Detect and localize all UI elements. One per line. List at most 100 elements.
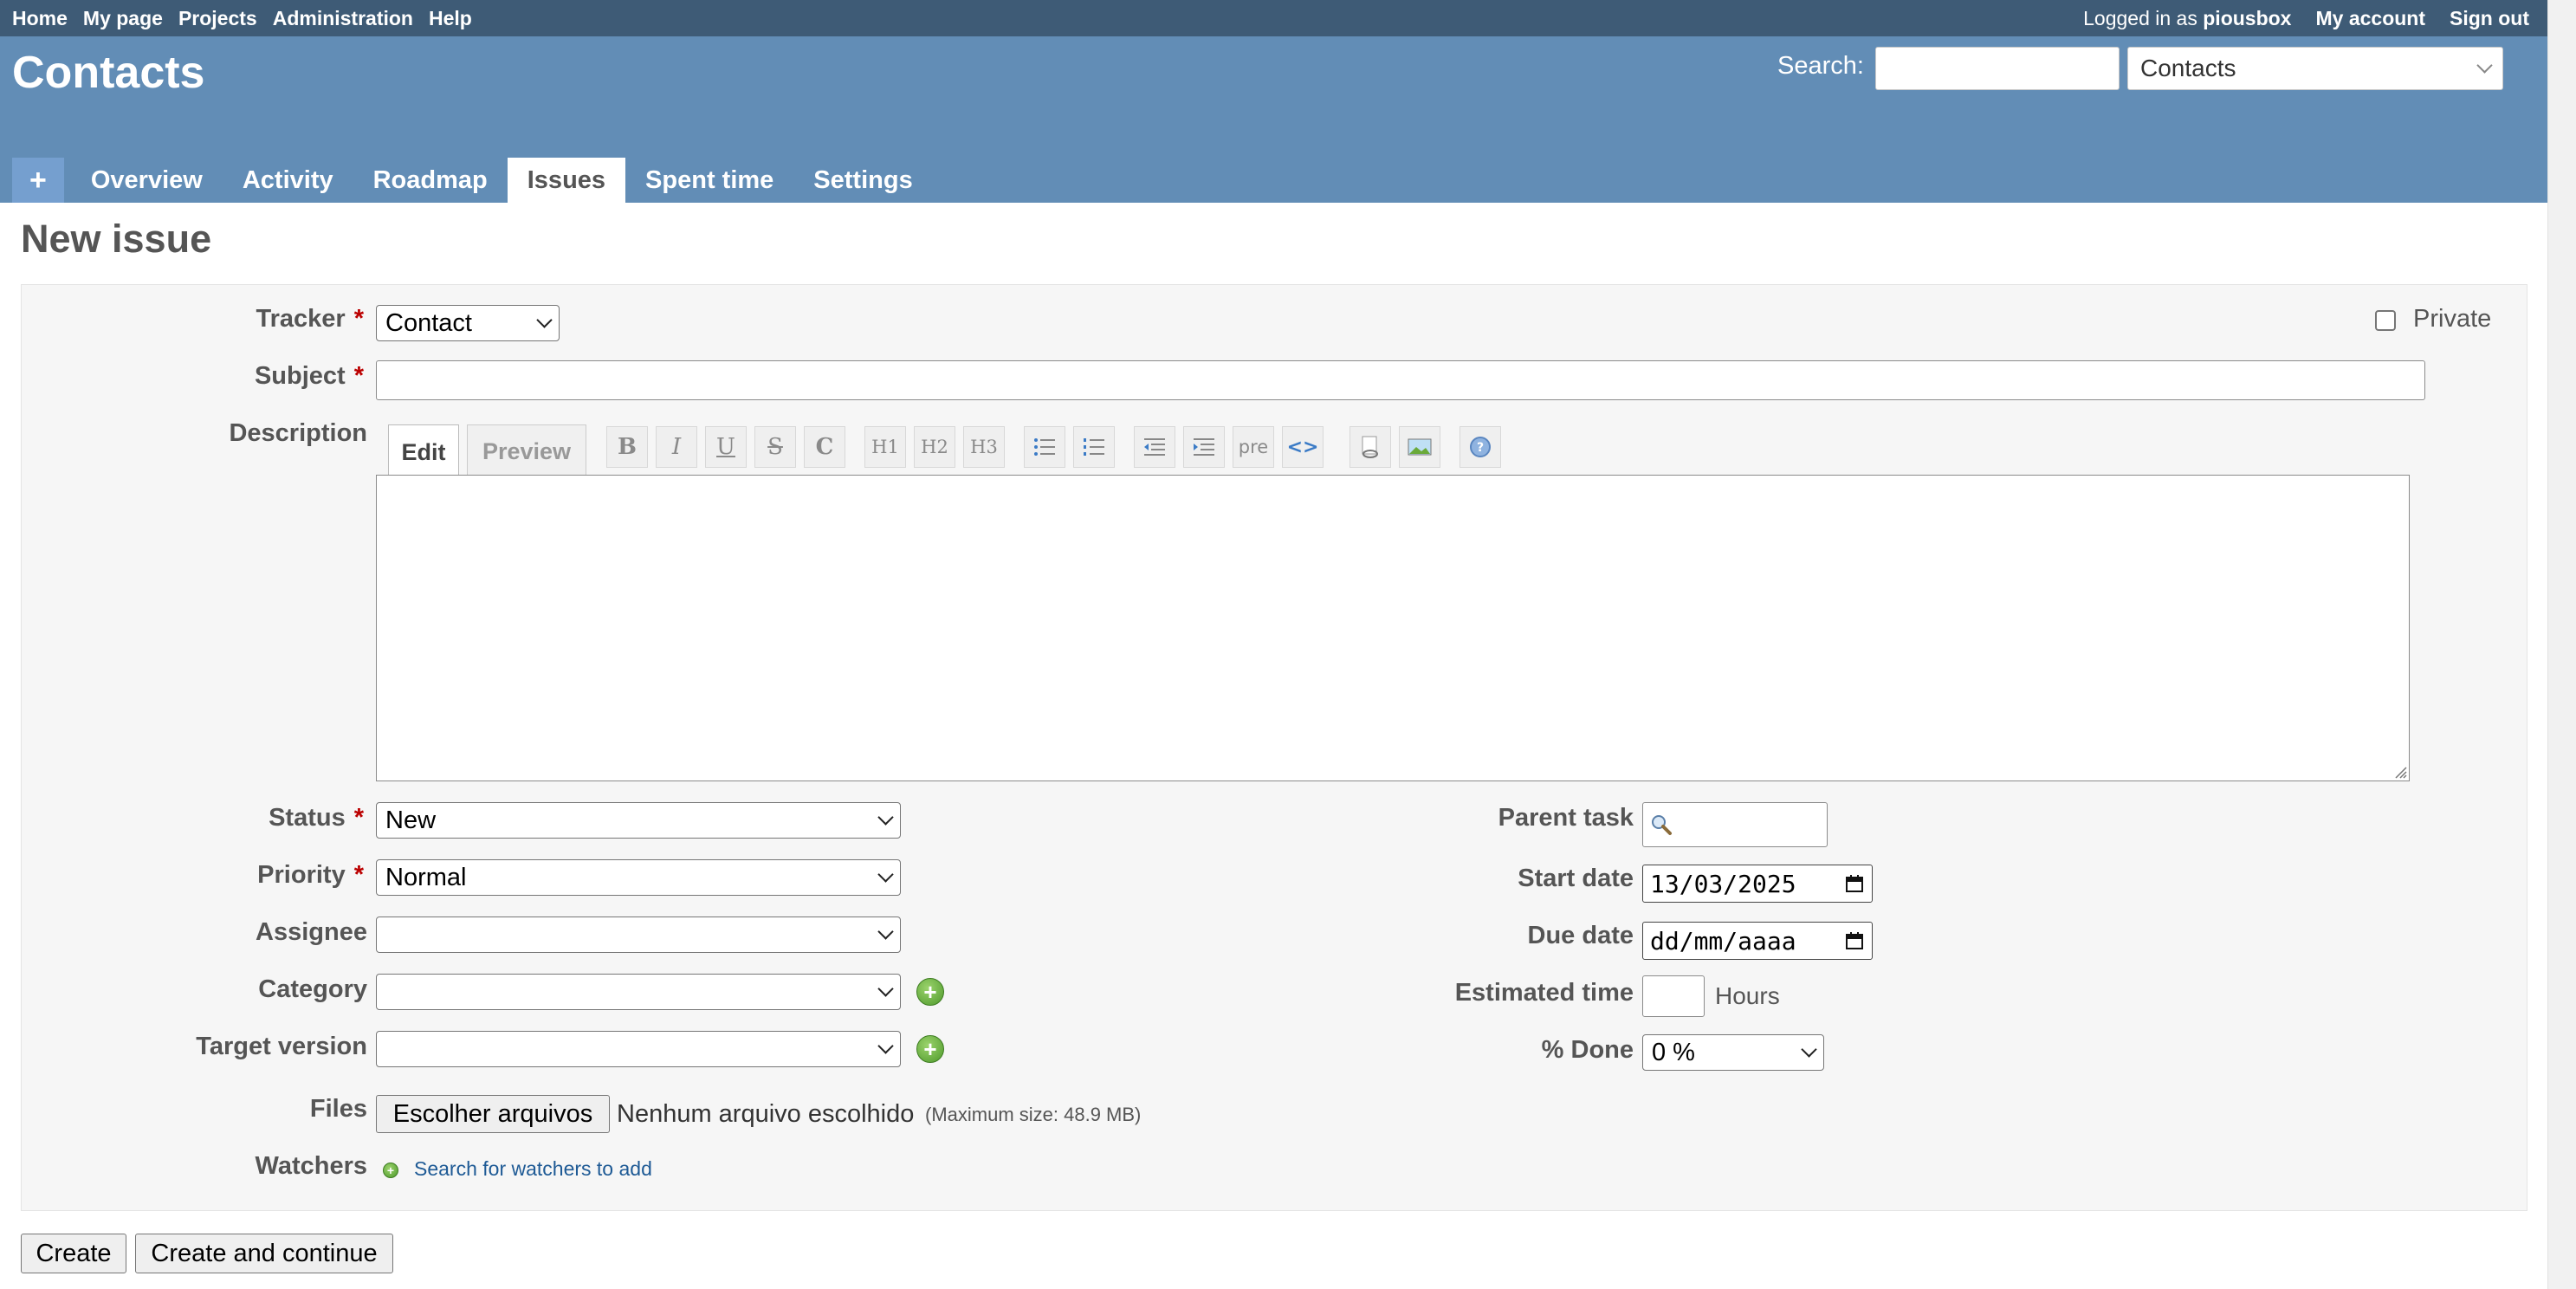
sign-out-link[interactable]: Sign out bbox=[2450, 7, 2529, 30]
priority-label: Priority * bbox=[156, 861, 364, 890]
description-textarea[interactable] bbox=[376, 475, 2410, 781]
top-menu-help-link[interactable]: Help bbox=[429, 7, 472, 30]
tracker-select[interactable]: Contact bbox=[376, 305, 560, 341]
chevron-down-icon bbox=[536, 311, 553, 328]
start-date-value: 13/03/2025 bbox=[1650, 869, 1796, 898]
hours-unit-label: Hours bbox=[1715, 982, 1780, 1009]
top-menu-my-page-link[interactable]: My page bbox=[83, 7, 163, 30]
tab-issues[interactable]: Issues bbox=[507, 158, 626, 203]
heading1-button[interactable]: H1 bbox=[864, 426, 906, 468]
percent-done-value: 0 % bbox=[1652, 1038, 1695, 1066]
outdent-button[interactable] bbox=[1134, 426, 1175, 468]
calendar-icon[interactable] bbox=[1844, 930, 1865, 951]
start-date-label: Start date bbox=[1518, 865, 1634, 892]
search-watchers-link[interactable]: Search for watchers to add bbox=[414, 1157, 652, 1181]
new-object-button[interactable]: + bbox=[12, 158, 64, 203]
tab-settings[interactable]: Settings bbox=[793, 158, 932, 203]
heading3-button[interactable]: H3 bbox=[963, 426, 1005, 468]
top-menu-projects-link[interactable]: Projects bbox=[178, 7, 257, 30]
target-version-select[interactable] bbox=[376, 1031, 901, 1067]
subject-label-text: Subject bbox=[254, 362, 346, 390]
due-date-value: dd/mm/aaaa bbox=[1650, 926, 1796, 955]
tab-roadmap[interactable]: Roadmap bbox=[353, 158, 508, 203]
indent-button[interactable] bbox=[1183, 426, 1225, 468]
top-menu-administration-link[interactable]: Administration bbox=[273, 7, 413, 30]
heading2-button[interactable]: H2 bbox=[914, 426, 955, 468]
required-marker: * bbox=[353, 861, 364, 889]
estimated-time-input[interactable] bbox=[1642, 975, 1705, 1017]
required-marker: * bbox=[353, 362, 364, 390]
logged-in-user-link[interactable]: piousbox bbox=[2203, 7, 2291, 29]
required-marker: * bbox=[353, 305, 364, 333]
tab-edit[interactable]: Edit bbox=[388, 424, 459, 480]
page-scrollbar[interactable] bbox=[2547, 0, 2576, 1289]
indent-icon bbox=[1194, 438, 1214, 456]
search-input[interactable] bbox=[1875, 47, 2120, 90]
chevron-down-icon bbox=[2476, 56, 2493, 74]
files-max-size: (Maximum size: 48.9 MB) bbox=[925, 1104, 1142, 1125]
wiki-link-button[interactable] bbox=[1349, 426, 1391, 468]
tracker-label: Tracker * bbox=[156, 305, 365, 334]
bold-button[interactable]: B bbox=[606, 426, 648, 468]
help-button[interactable]: ? bbox=[1460, 426, 1501, 468]
main-menu: + Overview Activity Roadmap Issues Spent… bbox=[12, 158, 933, 203]
percent-done-select[interactable]: 0 % bbox=[1642, 1034, 1824, 1071]
underline-button[interactable]: U bbox=[705, 426, 747, 468]
add-watcher-icon[interactable]: + bbox=[383, 1163, 398, 1178]
strikethrough-button[interactable]: S bbox=[754, 426, 796, 468]
description-label: Description bbox=[229, 419, 367, 447]
project-jump-value: Contacts bbox=[2140, 55, 2236, 81]
priority-value: Normal bbox=[385, 863, 467, 891]
tab-overview[interactable]: Overview bbox=[71, 158, 223, 203]
bullet-list-icon bbox=[1034, 438, 1055, 456]
status-value: New bbox=[385, 806, 437, 834]
due-date-input[interactable]: dd/mm/aaaa bbox=[1642, 922, 1873, 960]
private-label: Private bbox=[2413, 305, 2492, 333]
assignee-label: Assignee bbox=[256, 918, 367, 946]
resize-handle-icon[interactable] bbox=[2393, 765, 2407, 779]
top-menu-home-link[interactable]: Home bbox=[12, 7, 68, 30]
search-label: Search: bbox=[1777, 52, 1864, 80]
files-status: Nenhum arquivo escolhido bbox=[617, 1100, 915, 1128]
ordered-list-button[interactable] bbox=[1073, 426, 1115, 468]
add-version-icon[interactable]: + bbox=[916, 1035, 944, 1063]
preformatted-button[interactable]: pre bbox=[1233, 426, 1274, 468]
category-select[interactable] bbox=[376, 974, 901, 1010]
priority-select[interactable]: Normal bbox=[376, 859, 901, 896]
my-account-link[interactable]: My account bbox=[2315, 7, 2425, 30]
numbered-list-icon bbox=[1084, 438, 1104, 456]
status-select[interactable]: New bbox=[376, 802, 901, 839]
unordered-list-button[interactable] bbox=[1024, 426, 1065, 468]
create-button[interactable]: Create bbox=[21, 1234, 126, 1273]
image-button[interactable] bbox=[1399, 426, 1440, 468]
inline-code-button[interactable]: C bbox=[804, 426, 845, 468]
tab-activity[interactable]: Activity bbox=[223, 158, 353, 203]
help-icon: ? bbox=[1470, 437, 1491, 457]
priority-label-text: Priority bbox=[257, 861, 346, 889]
chevron-down-icon bbox=[877, 923, 894, 940]
create-and-continue-button[interactable]: Create and continue bbox=[135, 1234, 393, 1273]
start-date-input[interactable]: 13/03/2025 bbox=[1642, 865, 1873, 903]
svg-text:?: ? bbox=[1477, 441, 1484, 455]
status-label: Status * bbox=[156, 804, 364, 832]
italic-button[interactable]: I bbox=[656, 426, 697, 468]
percent-done-label: % Done bbox=[1541, 1036, 1634, 1064]
tab-preview[interactable]: Preview bbox=[467, 424, 586, 478]
chevron-down-icon bbox=[877, 980, 894, 997]
chevron-down-icon bbox=[877, 808, 894, 826]
parent-task-input[interactable] bbox=[1642, 802, 1828, 847]
logged-in-prefix: Logged in as bbox=[2083, 6, 2197, 29]
choose-files-button[interactable]: Escolher arquivos bbox=[376, 1095, 610, 1133]
tab-spent-time[interactable]: Spent time bbox=[625, 158, 793, 203]
assignee-select[interactable] bbox=[376, 917, 901, 953]
parent-task-label: Parent task bbox=[1498, 804, 1634, 832]
project-jump-select[interactable]: Contacts bbox=[2127, 47, 2503, 90]
calendar-icon[interactable] bbox=[1844, 873, 1865, 894]
outdent-icon bbox=[1144, 438, 1165, 456]
add-category-icon[interactable]: + bbox=[916, 978, 944, 1006]
due-date-label: Due date bbox=[1527, 922, 1634, 949]
chevron-down-icon bbox=[1801, 1040, 1817, 1058]
code-highlight-button[interactable]: <> bbox=[1282, 426, 1324, 468]
subject-input[interactable] bbox=[376, 360, 2425, 400]
private-checkbox[interactable] bbox=[2375, 310, 2396, 331]
